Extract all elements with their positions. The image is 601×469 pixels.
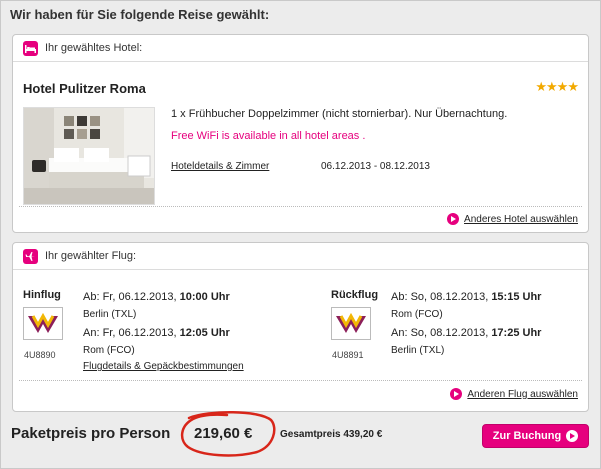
trip-summary-panel: Wir haben für Sie folgende Reise gewählt… (0, 0, 601, 469)
page-title: Wir haben für Sie folgende Reise gewählt… (10, 7, 270, 22)
outbound-departure: Ab: Fr, 06.12.2013, 10:00 Uhr (83, 291, 230, 303)
arrow-right-icon (566, 430, 579, 442)
booking-button-label: Zur Buchung (492, 430, 562, 442)
inbound-departure: Ab: So, 08.12.2013, 15:15 Uhr (391, 291, 541, 303)
change-hotel-label: Anderes Hotel auswählen (464, 213, 578, 225)
outbound-arrival: An: Fr, 06.12.2013, 12:05 Uhr (83, 327, 230, 339)
outbound-title: Hinflug (23, 289, 61, 301)
outbound-dep-time: 10:00 Uhr (179, 291, 230, 303)
inbound-flight-number: 4U8891 (332, 350, 364, 360)
outbound-arr-prefix: An: Fr, 06.12.2013, (83, 327, 180, 339)
arrow-right-icon (447, 213, 460, 225)
inbound-title: Rückflug (331, 289, 379, 301)
outbound-arr-city: Rom (FCO) (83, 345, 135, 356)
flight-section-label: Ihr gewählter Flug: (45, 250, 137, 262)
booking-button[interactable]: Zur Buchung (482, 424, 589, 448)
inbound-arrival: An: So, 08.12.2013, 17:25 Uhr (391, 327, 541, 339)
change-flight-label: Anderen Flug auswählen (467, 388, 578, 400)
room-description: 1 x Frühbucher Doppelzimmer (nicht storn… (171, 108, 508, 120)
inbound-arr-city: Berlin (TXL) (391, 345, 445, 356)
hotel-section-header: Ihr gewähltes Hotel: (13, 35, 588, 62)
flight-details-link[interactable]: Flugdetails & Gepäckbestimmungen (83, 361, 244, 372)
germanwings-logo (331, 307, 371, 340)
inbound-dep-time: 15:15 Uhr (491, 291, 542, 303)
outbound-dep-city: Berlin (TXL) (83, 309, 137, 320)
germanwings-logo (23, 307, 63, 340)
arrow-right-icon (450, 388, 463, 400)
price-highlight-ring (180, 411, 276, 457)
change-hotel-link[interactable]: Anderes Hotel auswählen (447, 213, 578, 225)
hotel-name: Hotel Pulitzer Roma (23, 81, 146, 96)
flight-section: Ihr gewählter Flug: Hinflug 4U8890 Ab: F… (12, 242, 589, 412)
inbound-arr-prefix: An: So, 08.12.2013, (391, 327, 492, 339)
total-price: Gesamtpreis 439,20 € (280, 429, 383, 440)
inbound-dep-city: Rom (FCO) (391, 309, 443, 320)
package-price-label: Paketpreis pro Person (11, 425, 171, 442)
outbound-arr-time: 12:05 Uhr (179, 327, 230, 339)
inbound-arr-time: 17:25 Uhr (491, 327, 542, 339)
hotel-divider (19, 206, 582, 207)
hotel-details-link[interactable]: Hoteldetails & Zimmer (171, 161, 269, 172)
wifi-note: Free WiFi is available in all hotel area… (171, 130, 366, 142)
hotel-section: Ihr gewähltes Hotel: Hotel Pulitzer Roma… (12, 34, 589, 233)
outbound-flight-number: 4U8890 (24, 350, 56, 360)
hotel-room-photo (23, 107, 155, 205)
flight-section-header: Ihr gewählter Flug: (13, 243, 588, 270)
plane-icon (23, 248, 38, 264)
outbound-dep-prefix: Ab: Fr, 06.12.2013, (83, 291, 180, 303)
hotel-star-rating: ★★★★ (535, 79, 579, 94)
flight-divider (19, 380, 582, 381)
hotel-dates: 06.12.2013 - 08.12.2013 (321, 161, 430, 172)
inbound-dep-prefix: Ab: So, 08.12.2013, (391, 291, 492, 303)
hotel-section-label: Ihr gewähltes Hotel: (45, 42, 143, 54)
change-flight-link[interactable]: Anderen Flug auswählen (450, 388, 578, 400)
bed-icon (23, 40, 38, 56)
